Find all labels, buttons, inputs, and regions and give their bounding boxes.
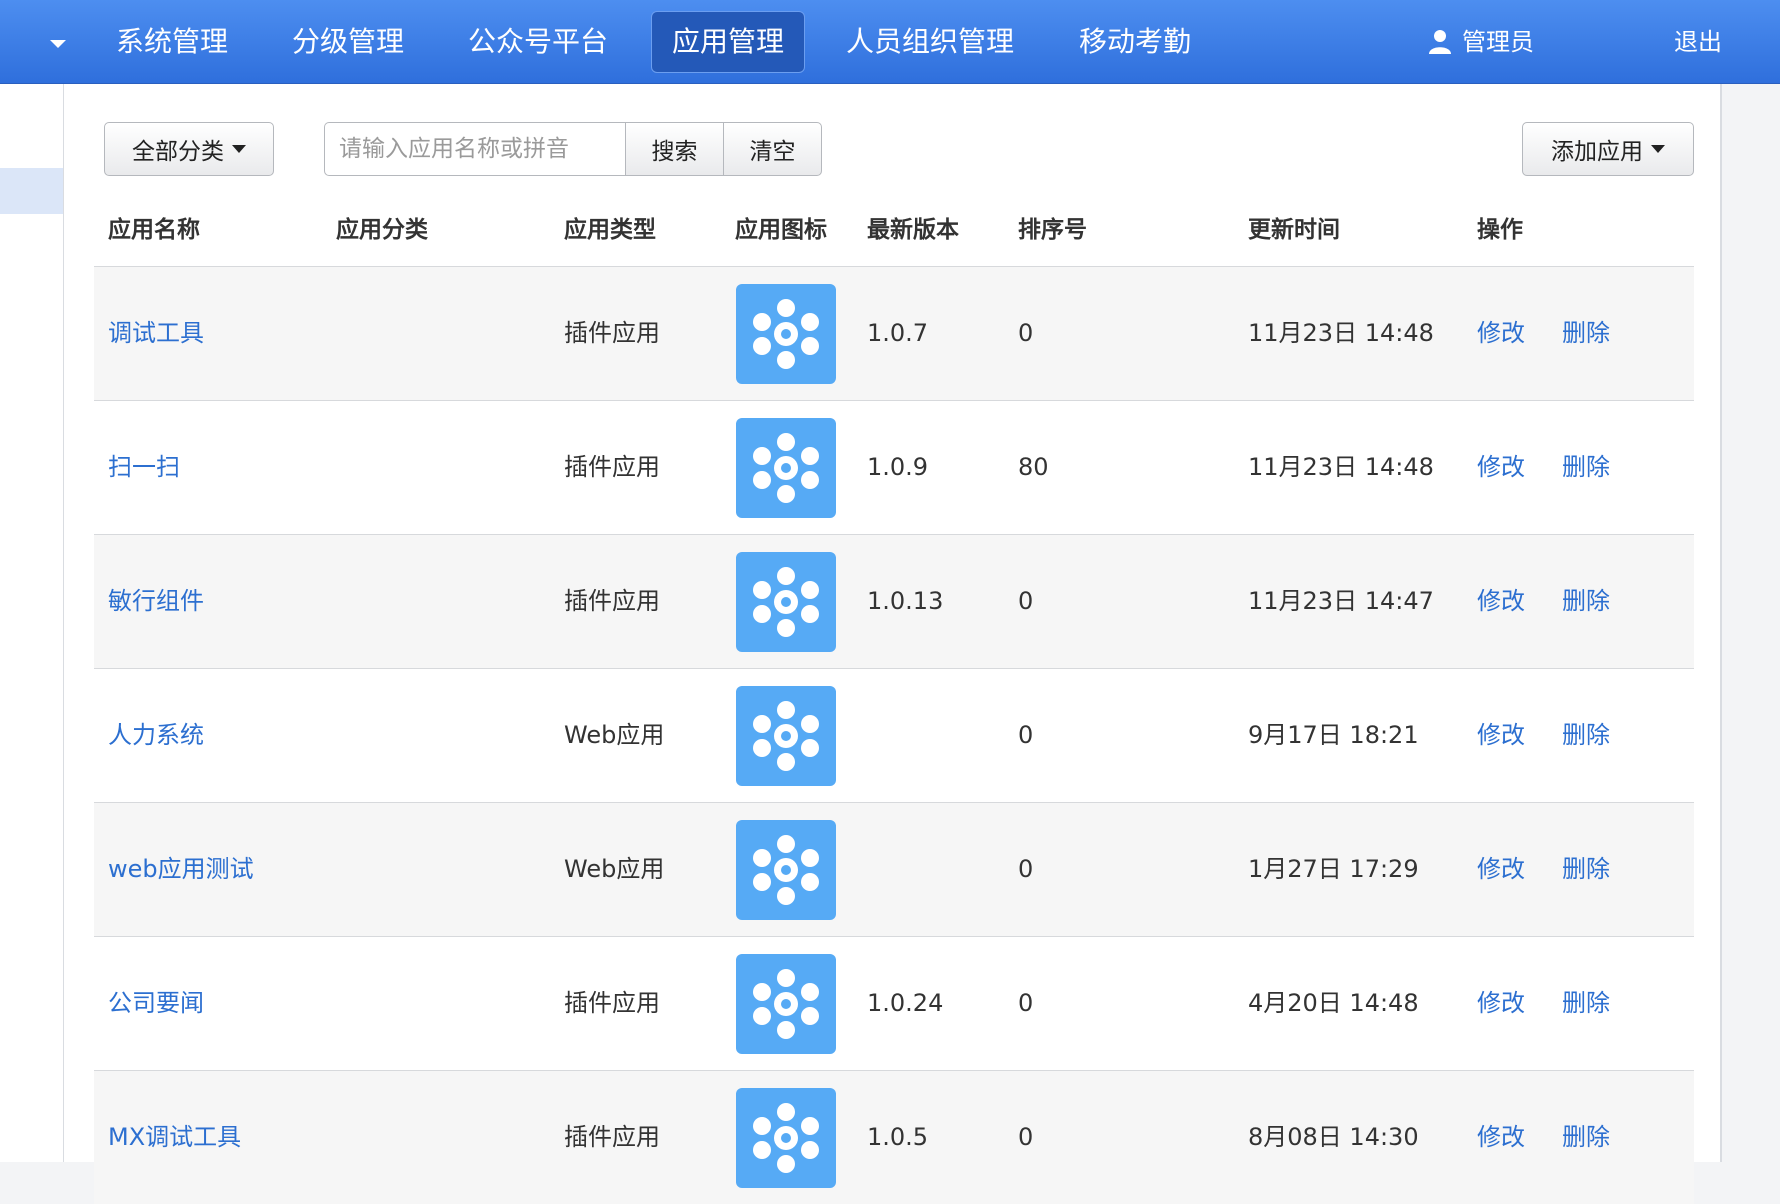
chevron-down-icon <box>1651 145 1665 153</box>
app-name-link[interactable]: MX调试工具 <box>108 1071 241 1204</box>
app-name-link[interactable]: 公司要闻 <box>108 937 204 1070</box>
app-order: 0 <box>1018 989 1034 1017</box>
add-app-label: 添加应用 <box>1551 139 1643 165</box>
app-icon <box>736 284 836 384</box>
app-logo-icon <box>753 701 819 771</box>
nav-item-attendance[interactable]: 移动考勤 <box>1059 11 1211 73</box>
app-type: 插件应用 <box>564 319 660 347</box>
app-name-link[interactable]: web应用测试 <box>108 803 254 936</box>
category-filter-label: 全部分类 <box>132 139 224 165</box>
table-row: 公司要闻 插件应用 1.0.24 0 4月20日 14:48 修改 删除 <box>94 936 1694 1070</box>
delete-link[interactable]: 删除 <box>1562 401 1610 534</box>
app-order: 0 <box>1018 855 1034 883</box>
nav-item-public-account[interactable]: 公众号平台 <box>448 11 628 73</box>
app-icon <box>736 418 836 518</box>
nav-item-system[interactable]: 系统管理 <box>96 11 248 73</box>
user-icon <box>1429 30 1451 54</box>
nav-item-app-management[interactable]: 应用管理 <box>651 11 806 73</box>
sidebar <box>0 84 64 1162</box>
edit-link[interactable]: 修改 <box>1477 1071 1525 1204</box>
app-updated-time: 11月23日 14:48 <box>1248 319 1434 347</box>
app-version: 1.0.13 <box>867 587 944 615</box>
app-version: 1.0.9 <box>867 453 929 481</box>
chevron-down-icon <box>232 145 246 153</box>
app-icon <box>736 552 836 652</box>
app-updated-time: 11月23日 14:48 <box>1248 453 1434 481</box>
app-type: 插件应用 <box>564 1123 660 1151</box>
app-version: 1.0.5 <box>867 1123 929 1151</box>
app-version: 1.0.7 <box>867 319 929 347</box>
app-updated-time: 9月17日 18:21 <box>1248 721 1419 749</box>
app-order: 80 <box>1018 453 1049 481</box>
edit-link[interactable]: 修改 <box>1477 401 1525 534</box>
table-row: 调试工具 插件应用 1.0.7 0 11月23日 14:48 修改 删除 <box>94 266 1694 400</box>
app-name-link[interactable]: 人力系统 <box>108 669 204 802</box>
app-logo-icon <box>753 299 819 369</box>
delete-link[interactable]: 删除 <box>1562 1071 1610 1204</box>
column-header-icon: 应用图标 <box>735 217 827 243</box>
edit-link[interactable]: 修改 <box>1477 937 1525 1070</box>
app-type: Web应用 <box>564 855 665 883</box>
table-row: 扫一扫 插件应用 1.0.9 80 11月23日 14:48 修改 删除 <box>94 400 1694 534</box>
app-updated-time: 1月27日 17:29 <box>1248 855 1419 883</box>
nav-item-hierarchy[interactable]: 分级管理 <box>272 11 424 73</box>
delete-link[interactable]: 删除 <box>1562 267 1610 400</box>
app-icon <box>736 954 836 1054</box>
column-header-category[interactable]: 应用分类 <box>336 208 428 252</box>
category-filter-dropdown[interactable]: 全部分类 <box>104 122 274 176</box>
edit-link[interactable]: 修改 <box>1477 267 1525 400</box>
column-header-type[interactable]: 应用类型 <box>564 208 656 252</box>
app-order: 0 <box>1018 319 1034 347</box>
app-order: 0 <box>1018 1123 1034 1151</box>
table-row: MX调试工具 插件应用 1.0.5 0 8月08日 14:30 修改 删除 <box>94 1070 1694 1204</box>
add-app-dropdown[interactable]: 添加应用 <box>1522 122 1694 176</box>
delete-link[interactable]: 删除 <box>1562 803 1610 936</box>
app-type: 插件应用 <box>564 453 660 481</box>
app-name-link[interactable]: 调试工具 <box>108 267 204 400</box>
app-logo-icon <box>753 1103 819 1173</box>
edit-link[interactable]: 修改 <box>1477 535 1525 668</box>
app-logo-icon <box>753 567 819 637</box>
delete-link[interactable]: 删除 <box>1562 535 1610 668</box>
table-row: web应用测试 Web应用 0 1月27日 17:29 修改 删除 <box>94 802 1694 936</box>
search-input[interactable] <box>324 122 626 176</box>
nav-item-org-management[interactable]: 人员组织管理 <box>826 11 1034 73</box>
delete-link[interactable]: 删除 <box>1562 669 1610 802</box>
app-updated-time: 11月23日 14:47 <box>1248 587 1434 615</box>
app-updated-time: 4月20日 14:48 <box>1248 989 1419 1017</box>
search-button[interactable]: 搜索 <box>625 122 724 176</box>
user-name: 管理员 <box>1462 28 1534 56</box>
app-name-link[interactable]: 扫一扫 <box>108 401 180 534</box>
column-header-updated[interactable]: 更新时间 <box>1248 208 1340 252</box>
app-logo-icon <box>753 835 819 905</box>
table-row: 人力系统 Web应用 0 9月17日 18:21 修改 删除 <box>94 668 1694 802</box>
app-updated-time: 8月08日 14:30 <box>1248 1123 1419 1151</box>
app-type: Web应用 <box>564 721 665 749</box>
sidebar-active-item[interactable] <box>0 168 63 214</box>
top-nav-bar: 系统管理 分级管理 公众号平台 应用管理 人员组织管理 移动考勤 管理员 退出 <box>0 0 1780 84</box>
column-header-actions: 操作 <box>1477 217 1523 243</box>
column-header-name[interactable]: 应用名称 <box>108 208 200 252</box>
delete-link[interactable]: 删除 <box>1562 937 1610 1070</box>
clear-button[interactable]: 清空 <box>723 122 822 176</box>
app-name-link[interactable]: 敏行组件 <box>108 535 204 668</box>
app-type: 插件应用 <box>564 587 660 615</box>
column-header-order[interactable]: 排序号 <box>1018 208 1087 252</box>
app-order: 0 <box>1018 721 1034 749</box>
nav-menu-caret-icon[interactable] <box>50 40 66 48</box>
edit-link[interactable]: 修改 <box>1477 669 1525 802</box>
edit-link[interactable]: 修改 <box>1477 803 1525 936</box>
app-icon <box>736 686 836 786</box>
app-order: 0 <box>1018 587 1034 615</box>
app-logo-icon <box>753 969 819 1039</box>
app-icon <box>736 820 836 920</box>
logout-link[interactable]: 退出 <box>1674 22 1722 62</box>
table-row: 敏行组件 插件应用 1.0.13 0 11月23日 14:47 修改 删除 <box>94 534 1694 668</box>
app-icon <box>736 1088 836 1188</box>
user-menu[interactable]: 管理员 <box>1426 22 1534 62</box>
app-version: 1.0.24 <box>867 989 944 1017</box>
column-header-version[interactable]: 最新版本 <box>867 208 959 252</box>
app-type: 插件应用 <box>564 989 660 1017</box>
app-logo-icon <box>753 433 819 503</box>
